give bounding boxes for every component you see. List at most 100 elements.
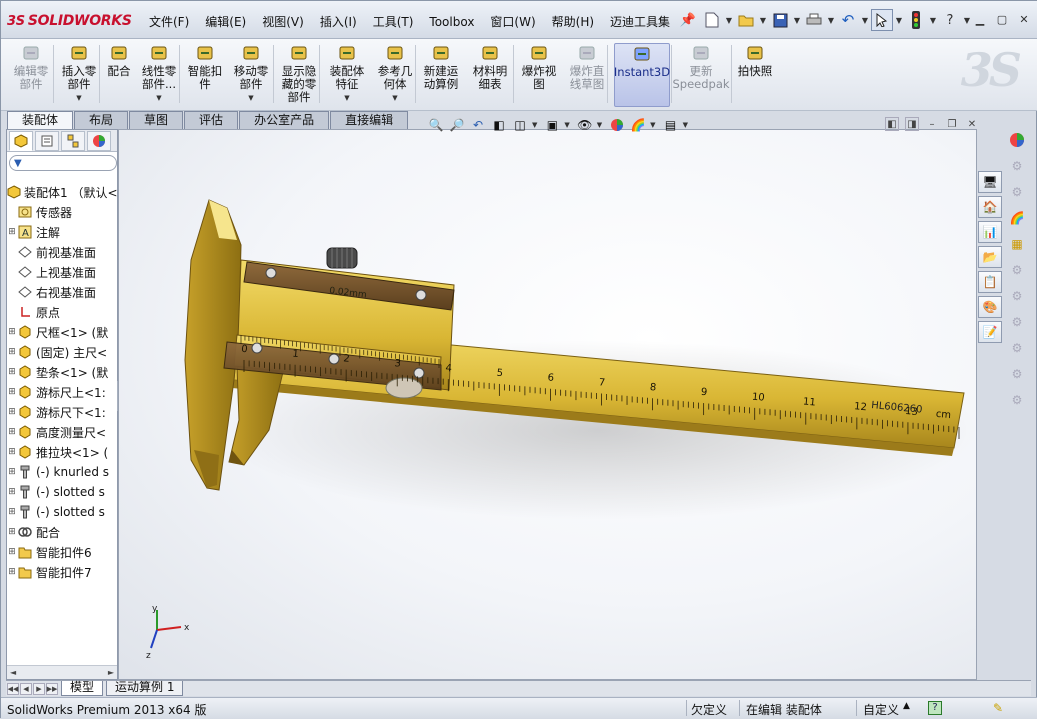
section-view-icon[interactable]: ◧	[490, 116, 508, 134]
help-question-icon[interactable]: ?	[939, 9, 961, 31]
design-library-home-icon[interactable]: 🏠	[978, 196, 1002, 218]
expand-plus-icon[interactable]: ⊞	[7, 547, 17, 557]
tree-node[interactable]: ⊞ (固定) 主尺<	[7, 342, 117, 362]
expand-plus-icon[interactable]: ⊞	[7, 527, 17, 537]
first-tab-icon[interactable]: ◀◀	[7, 682, 19, 695]
cmd-show-hidden-button[interactable]: 显示隐 藏的零 部件	[279, 43, 319, 107]
rebuild-traffic-light-icon[interactable]	[905, 9, 927, 31]
cmd-linear-pattern-button[interactable]: 线性零 部件... ▼	[137, 43, 181, 107]
menu-toolbox[interactable]: Toolbox	[421, 11, 482, 33]
hide-show-dropdown-icon[interactable]: ▼	[597, 121, 602, 129]
tool-icon-3[interactable]: ⚙	[1008, 261, 1026, 279]
next-tab-icon[interactable]: ▶	[33, 682, 45, 695]
new-document-icon[interactable]	[701, 9, 723, 31]
design-library-icon[interactable]: 📊	[978, 221, 1002, 243]
tree-node[interactable]: ⊞ 垫条<1> (默	[7, 362, 117, 382]
tree-horizontal-scrollbar[interactable]: ◄ ►	[7, 665, 117, 679]
tree-node[interactable]: 前视基准面	[7, 242, 117, 262]
menu-edit[interactable]: 编辑(E)	[197, 11, 254, 33]
expand-plus-icon[interactable]: ⊞	[7, 467, 17, 477]
tool-icon-4[interactable]: ⚙	[1008, 287, 1026, 305]
expand-plus-icon[interactable]: ⊞	[7, 367, 17, 377]
cmd-insert-component-button[interactable]: 插入零 部件 ▼	[59, 43, 99, 107]
cmd-smart-fasteners-button[interactable]: 智能扣 件	[185, 43, 225, 107]
expand-left-icon[interactable]: ◧	[885, 117, 899, 131]
appearances-scenes-icon[interactable]: 🎨	[978, 296, 1002, 318]
file-explorer-icon[interactable]: 📂	[978, 246, 1002, 268]
open-folder-icon[interactable]	[735, 9, 757, 31]
cmd-assembly-features-button[interactable]: 装配体 特征 ▼	[327, 43, 367, 107]
rebuild-status-icon[interactable]: ✎	[993, 701, 1003, 715]
expand-right-icon[interactable]: ◨	[905, 117, 919, 131]
tree-node[interactable]: 传感器	[7, 202, 117, 222]
menu-view[interactable]: 视图(V)	[254, 11, 312, 33]
apply-scene-icon[interactable]: 🌈	[629, 116, 647, 134]
tab-evaluate[interactable]: 评估	[184, 111, 239, 129]
expand-plus-icon[interactable]: ⊞	[7, 567, 17, 577]
units-dropdown-icon[interactable]: ▲	[903, 701, 910, 711]
tab-model[interactable]: 模型	[61, 681, 104, 696]
appearance-ball-icon[interactable]	[1008, 131, 1026, 149]
tree-node[interactable]: ⊞ 推拉块<1> (	[7, 442, 117, 462]
tool-icon-2[interactable]: ⚙	[1008, 183, 1026, 201]
menu-file[interactable]: 文件(F)	[141, 11, 197, 33]
cmd-edit-component-button[interactable]: 编辑零 部件	[9, 43, 53, 107]
tab-layout[interactable]: 布局	[74, 111, 129, 129]
scroll-left-icon[interactable]: ◄	[10, 668, 16, 677]
custom-properties-icon[interactable]: 📝	[978, 321, 1002, 343]
tab-direct-editing[interactable]: 直接编辑	[330, 111, 409, 129]
display-style-dropdown-icon[interactable]: ▼	[564, 121, 569, 129]
menu-maidi-tools[interactable]: 迈迪工具集	[602, 11, 678, 33]
prev-tab-icon[interactable]: ◀	[20, 682, 32, 695]
database-icon[interactable]: ▦	[1008, 235, 1026, 253]
display-style-icon[interactable]: ▣	[543, 116, 561, 134]
pin-icon[interactable]: 📌	[677, 9, 699, 31]
cmd-reference-geometry-button[interactable]: 参考几 何体 ▼	[373, 43, 417, 107]
viewport-minimize-icon[interactable]: –	[925, 117, 939, 131]
solidworks-resources-icon[interactable]: 🖥	[978, 171, 1002, 193]
help-dropdown-icon[interactable]: ▼	[963, 16, 971, 25]
view-orientation-dropdown-icon[interactable]: ▼	[532, 121, 537, 129]
tree-node[interactable]: ⊞ (-) knurled s	[7, 462, 117, 482]
tree-filter[interactable]: ▼	[9, 155, 117, 171]
menu-insert[interactable]: 插入(I)	[312, 11, 365, 33]
zoom-to-area-icon[interactable]: 🔎	[448, 116, 466, 134]
tree-node[interactable]: ⊞ 智能扣件7	[7, 562, 117, 582]
tree-node[interactable]: ⊞ 游标尺上<1:	[7, 382, 117, 402]
feature-manager-tab-icon[interactable]	[9, 130, 33, 151]
select-arrow-icon[interactable]	[871, 9, 893, 31]
tool-icon-8[interactable]: ⚙	[1008, 391, 1026, 409]
expand-plus-icon[interactable]: ⊞	[7, 407, 17, 417]
open-dropdown-icon[interactable]: ▼	[759, 16, 767, 25]
view-settings-icon[interactable]: ▤	[662, 116, 680, 134]
tree-node[interactable]: 右视基准面	[7, 282, 117, 302]
menu-help[interactable]: 帮助(H)	[544, 11, 602, 33]
tree-node[interactable]: ⊞ A 注解	[7, 222, 117, 242]
cmd-bom-button[interactable]: 材料明 细表	[471, 43, 509, 107]
tree-node[interactable]: 原点	[7, 302, 117, 322]
expand-plus-icon[interactable]: ⊞	[7, 447, 17, 457]
cmd-dropdown-icon[interactable]: ▼	[76, 92, 81, 105]
tree-node[interactable]: ⊞ 尺框<1> (默	[7, 322, 117, 342]
display-manager-tab-icon[interactable]	[87, 130, 111, 151]
cmd-dropdown-icon[interactable]: ▼	[248, 92, 253, 105]
restore-icon[interactable]: ▢	[994, 11, 1010, 27]
property-manager-tab-icon[interactable]	[35, 130, 59, 151]
last-tab-icon[interactable]: ▶▶	[46, 682, 58, 695]
tree-node[interactable]: ⊞ 配合	[7, 522, 117, 542]
new-dropdown-icon[interactable]: ▼	[725, 16, 733, 25]
tool-icon-5[interactable]: ⚙	[1008, 313, 1026, 331]
cmd-new-motion-study-button[interactable]: 新建运 动算例	[421, 43, 461, 107]
help-status-icon[interactable]: ?	[928, 701, 942, 715]
select-dropdown-icon[interactable]: ▼	[895, 16, 903, 25]
tab-motion-study[interactable]: 运动算例 1	[106, 681, 184, 696]
cmd-snapshot-button[interactable]: 拍快照	[737, 43, 773, 107]
expand-plus-icon[interactable]: ⊞	[7, 327, 17, 337]
tree-node[interactable]: ⊞ 高度测量尺<	[7, 422, 117, 442]
view-orientation-icon[interactable]: ◫	[511, 116, 529, 134]
cmd-dropdown-icon[interactable]: ▼	[344, 92, 349, 105]
tool-icon-7[interactable]: ⚙	[1008, 365, 1026, 383]
rainbow-tool-icon[interactable]: 🌈	[1008, 209, 1026, 227]
tab-assembly[interactable]: 装配体	[7, 111, 74, 129]
expand-plus-icon[interactable]: ⊞	[7, 487, 17, 497]
